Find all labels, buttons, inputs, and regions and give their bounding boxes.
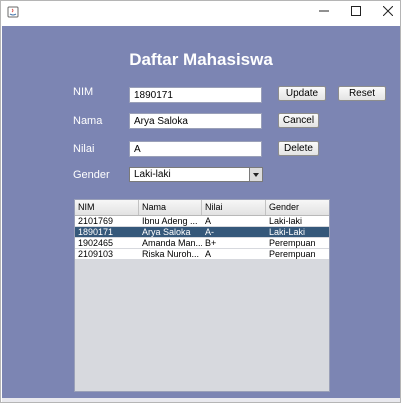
close-button[interactable] [371,1,401,23]
cell-nilai: A [205,216,212,226]
page-title: Daftar Mahasiswa [129,50,273,69]
nama-field[interactable] [129,113,262,129]
table-row-selected[interactable]: 1890171 Arya Saloka A- Laki-Laki [75,227,329,237]
table-header: NIM Nama Nilai Gender [75,200,329,216]
maximize-button[interactable] [339,1,373,23]
delete-button[interactable]: Delete [278,141,319,156]
nilai-label: Nilai [73,143,95,155]
cell-nilai: A [205,249,212,259]
table-row[interactable]: 2101769 Ibnu Adeng ... A Laki-laki [75,216,329,226]
gender-label: Gender [73,169,110,181]
maximize-icon [351,3,361,21]
column-header-nilai[interactable]: Nilai [202,200,266,215]
app-window: Daftar Mahasiswa NIM Nama Nilai Gender L… [0,0,401,403]
update-button[interactable]: Update [278,86,326,101]
minimize-icon [319,3,329,21]
nim-field[interactable] [129,87,262,103]
form-panel: Daftar Mahasiswa NIM Nama Nilai Gender L… [2,26,400,398]
dropdown-arrow-icon[interactable] [249,168,262,181]
cell-gender: Perempuan [269,238,316,248]
gender-dropdown[interactable]: Laki-laki [129,167,263,182]
student-table[interactable]: NIM Nama Nilai Gender 2101769 Ibnu Adeng… [74,199,330,392]
cell-nama: Riska Nuroh... [142,249,200,259]
nim-label: NIM [73,86,94,98]
cell-nama: Arya Saloka [142,227,191,237]
cell-nim: 1902465 [78,238,114,248]
cell-gender: Perempuan [269,249,316,259]
cell-gender: Laki-Laki [269,227,306,237]
cell-nama: Ibnu Adeng ... [142,216,198,226]
cell-nama: Amanda Man... [142,238,202,248]
nilai-field[interactable] [129,141,262,157]
reset-button[interactable]: Reset [338,86,386,101]
table-row[interactable]: 2109103 Riska Nuroh... A Perempuan [75,249,329,259]
cell-gender: Laki-laki [269,216,303,226]
java-cup-icon [7,5,19,18]
cancel-button[interactable]: Cancel [278,113,319,128]
table-row[interactable]: 1902465 Amanda Man... B+ Perempuan [75,238,329,248]
cell-nim: 2101769 [78,216,114,226]
window-bottom-edge [2,398,400,402]
column-header-gender[interactable]: Gender [266,200,329,215]
minimize-button[interactable] [307,1,341,23]
gender-selected-value: Laki-laki [134,169,171,180]
column-header-nama[interactable]: Nama [139,200,202,215]
cell-nim: 2109103 [78,249,114,259]
title-bar[interactable] [1,1,400,25]
column-header-nim[interactable]: NIM [75,200,139,215]
cell-nim: 1890171 [78,227,114,237]
cell-nilai: A- [205,227,214,237]
nama-label: Nama [73,115,103,127]
cell-nilai: B+ [205,238,217,248]
close-icon [382,3,394,21]
